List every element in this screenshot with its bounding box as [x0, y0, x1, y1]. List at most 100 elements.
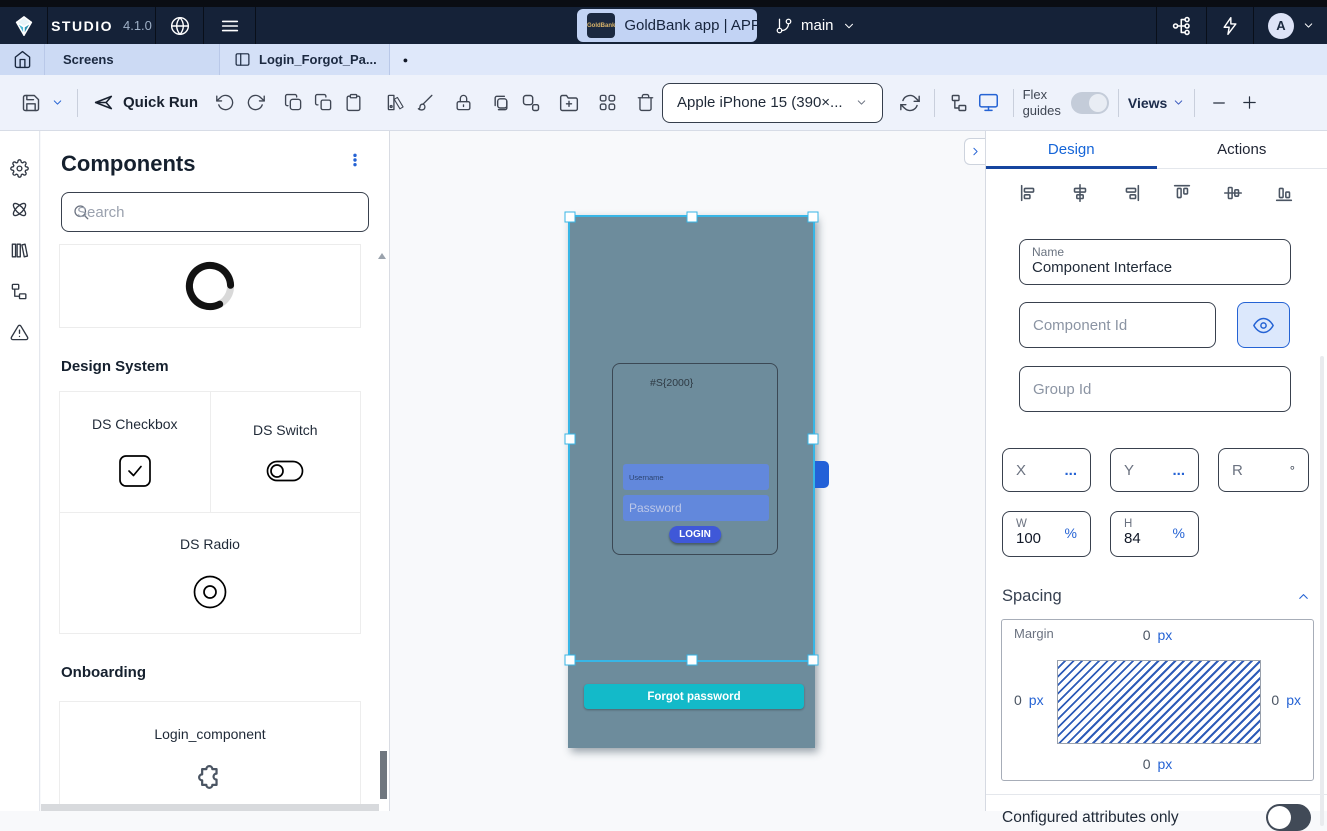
redo-button[interactable]: [240, 88, 270, 118]
views-dropdown[interactable]: Views: [1128, 95, 1185, 111]
tab-login-forgot[interactable]: Login_Forgot_Pa... ●: [220, 44, 390, 75]
minus-icon: [1211, 95, 1227, 111]
style-brush-button[interactable]: [410, 88, 440, 118]
r-field-label: R: [1232, 462, 1243, 479]
align-left-icon[interactable]: [1018, 182, 1040, 204]
design-canvas[interactable]: #S{2000} Username Password LOGIN Forgot …: [391, 131, 985, 811]
y-position-field[interactable]: Y ...: [1110, 448, 1199, 492]
align-top-icon[interactable]: [1171, 182, 1193, 204]
zoom-out-button[interactable]: [1204, 88, 1234, 118]
margin-editor[interactable]: Margin 0px 0px 0px 0px: [1001, 619, 1314, 781]
resize-handle-ne[interactable]: [808, 212, 819, 223]
rotation-field[interactable]: R °: [1218, 448, 1309, 492]
chevron-down-icon: [855, 96, 868, 109]
duplicate-button[interactable]: [278, 88, 308, 118]
language-button[interactable]: [156, 7, 204, 44]
radio-icon: [192, 574, 228, 610]
components-menu-button[interactable]: [347, 151, 363, 169]
selection-drag-tab[interactable]: [815, 461, 829, 488]
resize-handle-se[interactable]: [808, 655, 819, 666]
components-panel: Components Design System DS Checkbox: [41, 131, 390, 811]
configured-attributes-toggle[interactable]: [1266, 804, 1311, 831]
x-position-field[interactable]: X ...: [1002, 448, 1091, 492]
home-tab[interactable]: [0, 44, 45, 75]
preview-monitor-button[interactable]: [974, 88, 1004, 118]
resize-handle-w[interactable]: [565, 433, 576, 444]
scroll-up-arrow-icon[interactable]: [378, 253, 386, 259]
quick-run-button[interactable]: Quick Run: [93, 92, 198, 113]
copy-button[interactable]: [308, 88, 338, 118]
issues-rail-button[interactable]: [9, 321, 31, 343]
group-id-input[interactable]: [1019, 366, 1291, 412]
width-field[interactable]: W 100 %: [1002, 511, 1091, 557]
align-right-icon[interactable]: [1120, 182, 1142, 204]
resize-handle-sw[interactable]: [565, 655, 576, 666]
name-field[interactable]: Name Component Interface: [1019, 239, 1291, 285]
settings-rail-button[interactable]: [9, 157, 31, 179]
library-rail-button[interactable]: [9, 239, 31, 261]
username-field-mock[interactable]: Username: [623, 464, 769, 490]
integrations-rail-button[interactable]: [9, 198, 31, 220]
account-menu[interactable]: A: [1254, 13, 1327, 39]
group-button[interactable]: [486, 88, 516, 118]
login-button-mock[interactable]: LOGIN: [669, 526, 721, 543]
new-folder-button[interactable]: [554, 88, 584, 118]
delete-button[interactable]: [630, 88, 660, 118]
undo-button[interactable]: [210, 88, 240, 118]
horizontal-scrollbar[interactable]: [41, 804, 379, 811]
forgot-password-button-mock[interactable]: Forgot password: [584, 684, 804, 709]
app-switcher-pill[interactable]: GoldBank GoldBank app | APP: [577, 9, 757, 42]
quick-actions-button[interactable]: [1207, 16, 1253, 36]
chevron-up-icon[interactable]: [1296, 589, 1311, 604]
margin-top-value[interactable]: 0px: [1143, 627, 1173, 643]
component-id-input[interactable]: [1019, 302, 1216, 348]
tab-actions[interactable]: Actions: [1157, 131, 1327, 168]
resize-handle-e[interactable]: [808, 433, 819, 444]
lock-button[interactable]: [448, 88, 478, 118]
component-item-ds-switch[interactable]: DS Switch: [211, 392, 361, 512]
device-selector[interactable]: Apple iPhone 15 (390×...: [662, 83, 883, 123]
hierarchy-rail-button[interactable]: [9, 280, 31, 302]
visibility-button[interactable]: [1237, 302, 1290, 348]
save-button[interactable]: [16, 88, 46, 118]
component-item-ds-checkbox[interactable]: DS Checkbox: [60, 392, 211, 512]
resize-handle-s[interactable]: [686, 655, 697, 666]
resize-handle-n[interactable]: [686, 212, 697, 223]
margin-left-value[interactable]: 0px: [1014, 692, 1044, 708]
theme-swatch-button[interactable]: [380, 88, 410, 118]
component-item-login-component[interactable]: Login_component: [59, 701, 361, 811]
password-field-mock[interactable]: Password: [623, 495, 769, 521]
app-logo[interactable]: [0, 7, 48, 44]
paste-button[interactable]: [338, 88, 368, 118]
component-item-ds-radio[interactable]: DS Radio: [60, 513, 360, 633]
toggle-knob: [1089, 94, 1107, 112]
components-search-input[interactable]: [62, 193, 368, 231]
tab-design[interactable]: Design: [986, 131, 1157, 168]
height-field[interactable]: H 84 %: [1110, 511, 1199, 557]
align-bottom-icon[interactable]: [1273, 182, 1295, 204]
resize-handle-nw[interactable]: [565, 212, 576, 223]
components-grid-button[interactable]: [592, 88, 622, 118]
zoom-in-button[interactable]: [1234, 88, 1264, 118]
configured-attributes-label: Configured attributes only: [1002, 809, 1179, 827]
flex-guides-toggle[interactable]: [1071, 92, 1109, 114]
align-center-v-icon[interactable]: [1222, 182, 1244, 204]
workflow-button[interactable]: [1157, 15, 1206, 37]
phone-screen-mockup[interactable]: #S{2000} Username Password LOGIN Forgot …: [568, 215, 815, 748]
inspector-scrollbar[interactable]: [1320, 356, 1324, 826]
branch-selector[interactable]: main: [775, 7, 856, 44]
main-menu-button[interactable]: [204, 7, 256, 44]
vertical-scrollbar-thumb[interactable]: [380, 751, 387, 799]
ungroup-button[interactable]: [516, 88, 546, 118]
tab-screens[interactable]: Screens: [45, 44, 220, 75]
components-search[interactable]: [61, 192, 369, 232]
login-card[interactable]: #S{2000} Username Password LOGIN: [612, 363, 778, 555]
component-preview-card[interactable]: [59, 244, 361, 328]
panel-collapse-button[interactable]: [964, 138, 985, 165]
margin-bottom-value[interactable]: 0px: [1143, 756, 1173, 772]
save-options-button[interactable]: [46, 88, 68, 118]
margin-right-value[interactable]: 0px: [1271, 692, 1301, 708]
align-center-h-icon[interactable]: [1069, 182, 1091, 204]
rotate-device-button[interactable]: [895, 88, 925, 118]
layers-tree-button[interactable]: [944, 88, 974, 118]
